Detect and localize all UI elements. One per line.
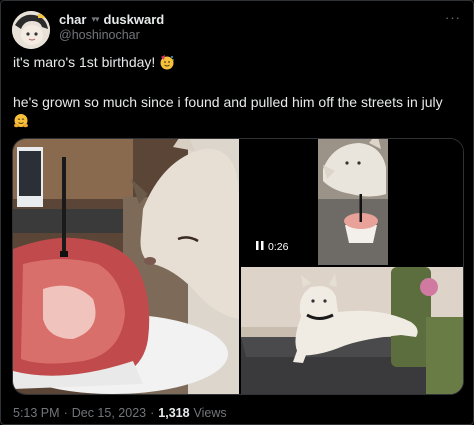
more-horizontal-icon[interactable]: ··· <box>445 10 461 25</box>
tweet-metadata: 5:13 PM · Dec 15, 2023 · 1,318 Views <box>13 406 227 420</box>
partying-face-emoji-icon <box>159 54 175 73</box>
video-duration: 0:26 <box>268 241 289 253</box>
author-name-row[interactable]: char ▾▾ duskward <box>59 11 164 27</box>
media-grid: 0:26 <box>12 138 464 395</box>
video-cat-with-cake[interactable]: 0:26 <box>241 139 463 265</box>
photo-cat-on-ottoman[interactable] <box>241 267 463 394</box>
author-display-name-2[interactable]: duskward <box>104 12 165 27</box>
author-handle[interactable]: @hoshinochar <box>59 28 140 42</box>
author-display-name[interactable]: char <box>59 12 86 27</box>
meta-dot-2: · <box>150 406 155 420</box>
meta-dot-1: · <box>63 406 68 420</box>
views-label: Views <box>193 406 227 420</box>
pause-icon[interactable] <box>256 241 264 253</box>
name-separator: ▾▾ <box>91 13 99 24</box>
video-duration-badge[interactable]: 0:26 <box>251 239 294 255</box>
tweet-text-line-3 <box>13 113 29 132</box>
tweet-text-line-1: it's maro's 1st birthday! <box>13 54 175 73</box>
tweet-text-1: it's maro's 1st birthday! <box>13 54 160 71</box>
photo-cat-with-steak[interactable] <box>13 139 239 394</box>
avatar[interactable] <box>12 11 50 49</box>
tweet-card[interactable]: char ▾▾ duskward @hoshinochar ··· it's m… <box>0 0 474 425</box>
views-count: 1,318 <box>158 406 190 420</box>
tweet-text-2: he's grown so much since i found and pul… <box>13 94 443 110</box>
tweet-time[interactable]: 5:13 PM <box>13 406 60 420</box>
hugging-face-emoji-icon <box>13 113 29 132</box>
tweet-date[interactable]: Dec 15, 2023 <box>72 406 146 420</box>
tweet-text-line-2: he's grown so much since i found and pul… <box>13 94 443 110</box>
